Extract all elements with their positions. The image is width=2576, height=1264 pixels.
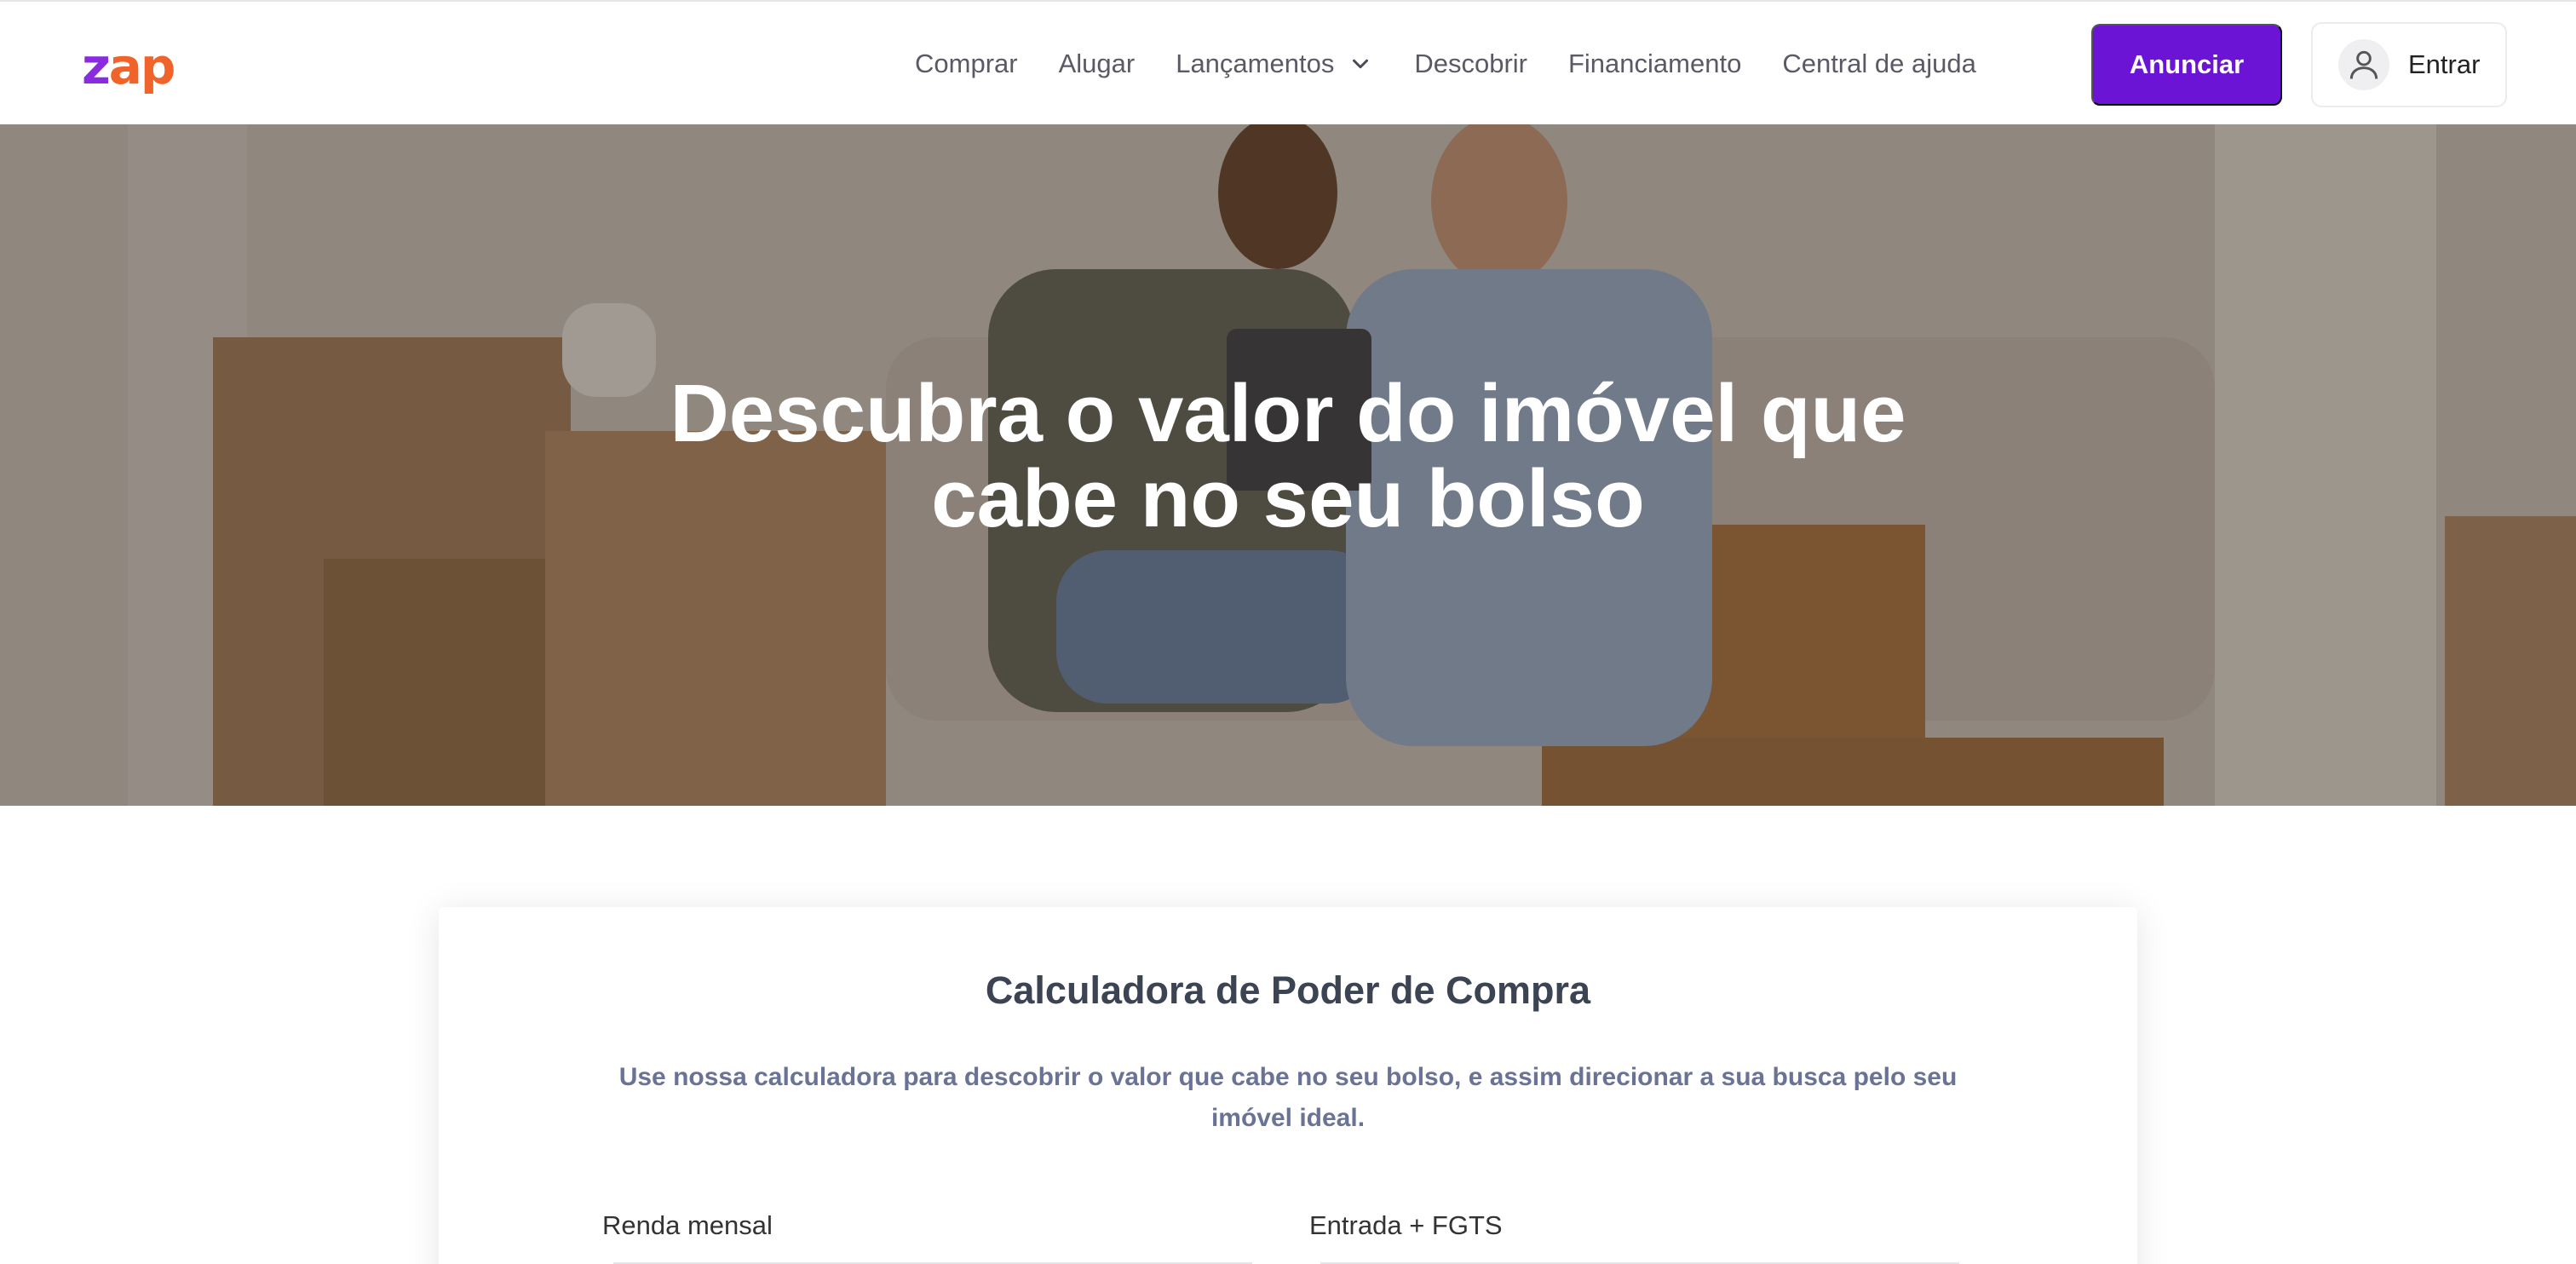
- nav-lancamentos-label: Lançamentos: [1176, 49, 1335, 78]
- hero-title: Descubra o valor do imóvel que cabe no s…: [0, 371, 2576, 542]
- logo-rest: ap: [108, 37, 176, 95]
- calculator-title: Calculadora de Poder de Compra: [985, 968, 1591, 1012]
- hero-title-line-1: Descubra o valor do imóvel que: [670, 368, 1906, 459]
- nav-lancamentos[interactable]: Lançamentos: [1176, 49, 1373, 79]
- top-header: zap Comprar Alugar Lançamentos Descobrir…: [0, 0, 2576, 124]
- calculator-card: Calculadora de Poder de Compra Use nossa…: [439, 907, 2137, 1264]
- chevron-down-icon: [1353, 59, 1369, 69]
- nav-descobrir[interactable]: Descobrir: [1414, 49, 1527, 79]
- anunciar-label: Anunciar: [2129, 49, 2245, 79]
- hero-title-line-2: cabe no seu bolso: [931, 453, 1645, 544]
- nav-financiamento[interactable]: Financiamento: [1568, 49, 1741, 79]
- nav-comprar[interactable]: Comprar: [915, 49, 1018, 79]
- main-nav: Comprar Alugar Lançamentos Descobrir Fin…: [915, 2, 2017, 126]
- entrada-fgts-label: Entrada + FGTS: [1309, 1210, 1503, 1240]
- entrar-button[interactable]: Entrar: [2311, 22, 2507, 107]
- zap-logo[interactable]: zap: [82, 37, 176, 95]
- nav-central-de-ajuda[interactable]: Central de ajuda: [1782, 49, 1976, 79]
- hero-banner: Descubra o valor do imóvel que cabe no s…: [0, 124, 2576, 806]
- anunciar-button[interactable]: Anunciar: [2091, 24, 2282, 106]
- calculator-description: Use nossa calculadora para descobrir o v…: [618, 1063, 1958, 1132]
- page: zap Comprar Alugar Lançamentos Descobrir…: [0, 0, 2576, 1264]
- entrar-label: Entrar: [2408, 49, 2481, 79]
- user-icon: [2338, 39, 2389, 90]
- logo-z: z: [82, 37, 111, 95]
- nav-alugar[interactable]: Alugar: [1059, 49, 1136, 79]
- renda-mensal-label: Renda mensal: [602, 1210, 773, 1240]
